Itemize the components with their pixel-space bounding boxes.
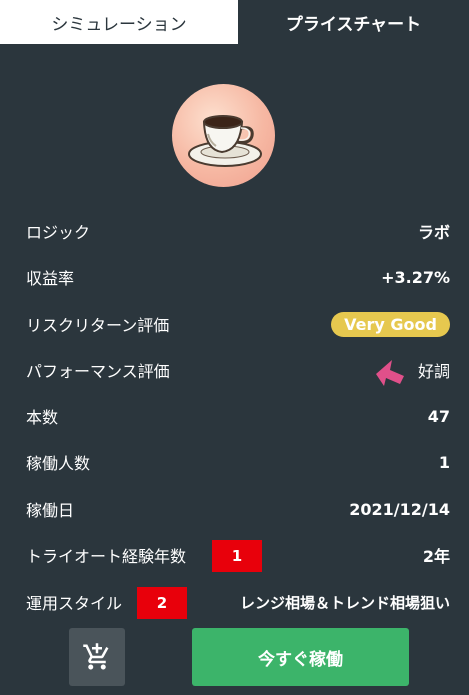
arrow-icon xyxy=(376,360,404,386)
experience-label: トライオート経験年数 xyxy=(26,547,187,566)
count-value: 47 xyxy=(427,406,450,426)
tab-bar: シミュレーション プライスチャート xyxy=(0,0,469,44)
style-label: 運用スタイル xyxy=(26,594,123,613)
risk-return-badge: Very Good xyxy=(331,311,450,337)
detail-row-active-users: 稼働人数 1 xyxy=(26,447,450,477)
experience-value: 2年 xyxy=(422,547,450,566)
run-now-button[interactable]: 今すぐ稼働 xyxy=(192,628,409,686)
detail-row-return-rate: 収益率 +3.27% xyxy=(26,262,450,292)
cart-plus-icon xyxy=(83,643,109,670)
start-date-label: 稼働日 xyxy=(26,501,75,520)
annotation-marker-2: 2 xyxy=(137,587,187,619)
tab-price-chart[interactable]: プライスチャート xyxy=(238,0,469,44)
detail-row-logic: ロジック ラボ xyxy=(26,216,450,246)
performance-value: 好調 xyxy=(417,362,450,381)
risk-return-label: リスクリターン評価 xyxy=(26,316,170,335)
add-to-cart-button[interactable] xyxy=(69,628,125,686)
style-value: レンジ相場＆トレンド相場狙い xyxy=(239,593,450,612)
tab-simulation[interactable]: シミュレーション xyxy=(0,0,238,44)
logic-value: ラボ xyxy=(417,223,450,242)
active-users-label: 稼働人数 xyxy=(26,454,91,473)
start-date-value: 2021/12/14 xyxy=(349,499,450,519)
coffee-cup-icon xyxy=(172,84,275,187)
detail-row-risk-return: リスクリターン評価 Very Good xyxy=(26,309,450,339)
annotation-marker-1: 1 xyxy=(212,540,262,572)
return-rate-label: 収益率 xyxy=(26,269,75,288)
performance-label: パフォーマンス評価 xyxy=(26,362,170,381)
detail-row-start-date: 稼働日 2021/12/14 xyxy=(26,494,450,524)
count-label: 本数 xyxy=(26,408,59,427)
logic-label: ロジック xyxy=(26,223,91,242)
return-rate-value: +3.27% xyxy=(381,267,450,287)
active-users-value: 1 xyxy=(438,452,450,472)
detail-row-count: 本数 47 xyxy=(26,401,450,431)
detail-row-style: 運用スタイル レンジ相場＆トレンド相場狙い xyxy=(26,587,450,617)
